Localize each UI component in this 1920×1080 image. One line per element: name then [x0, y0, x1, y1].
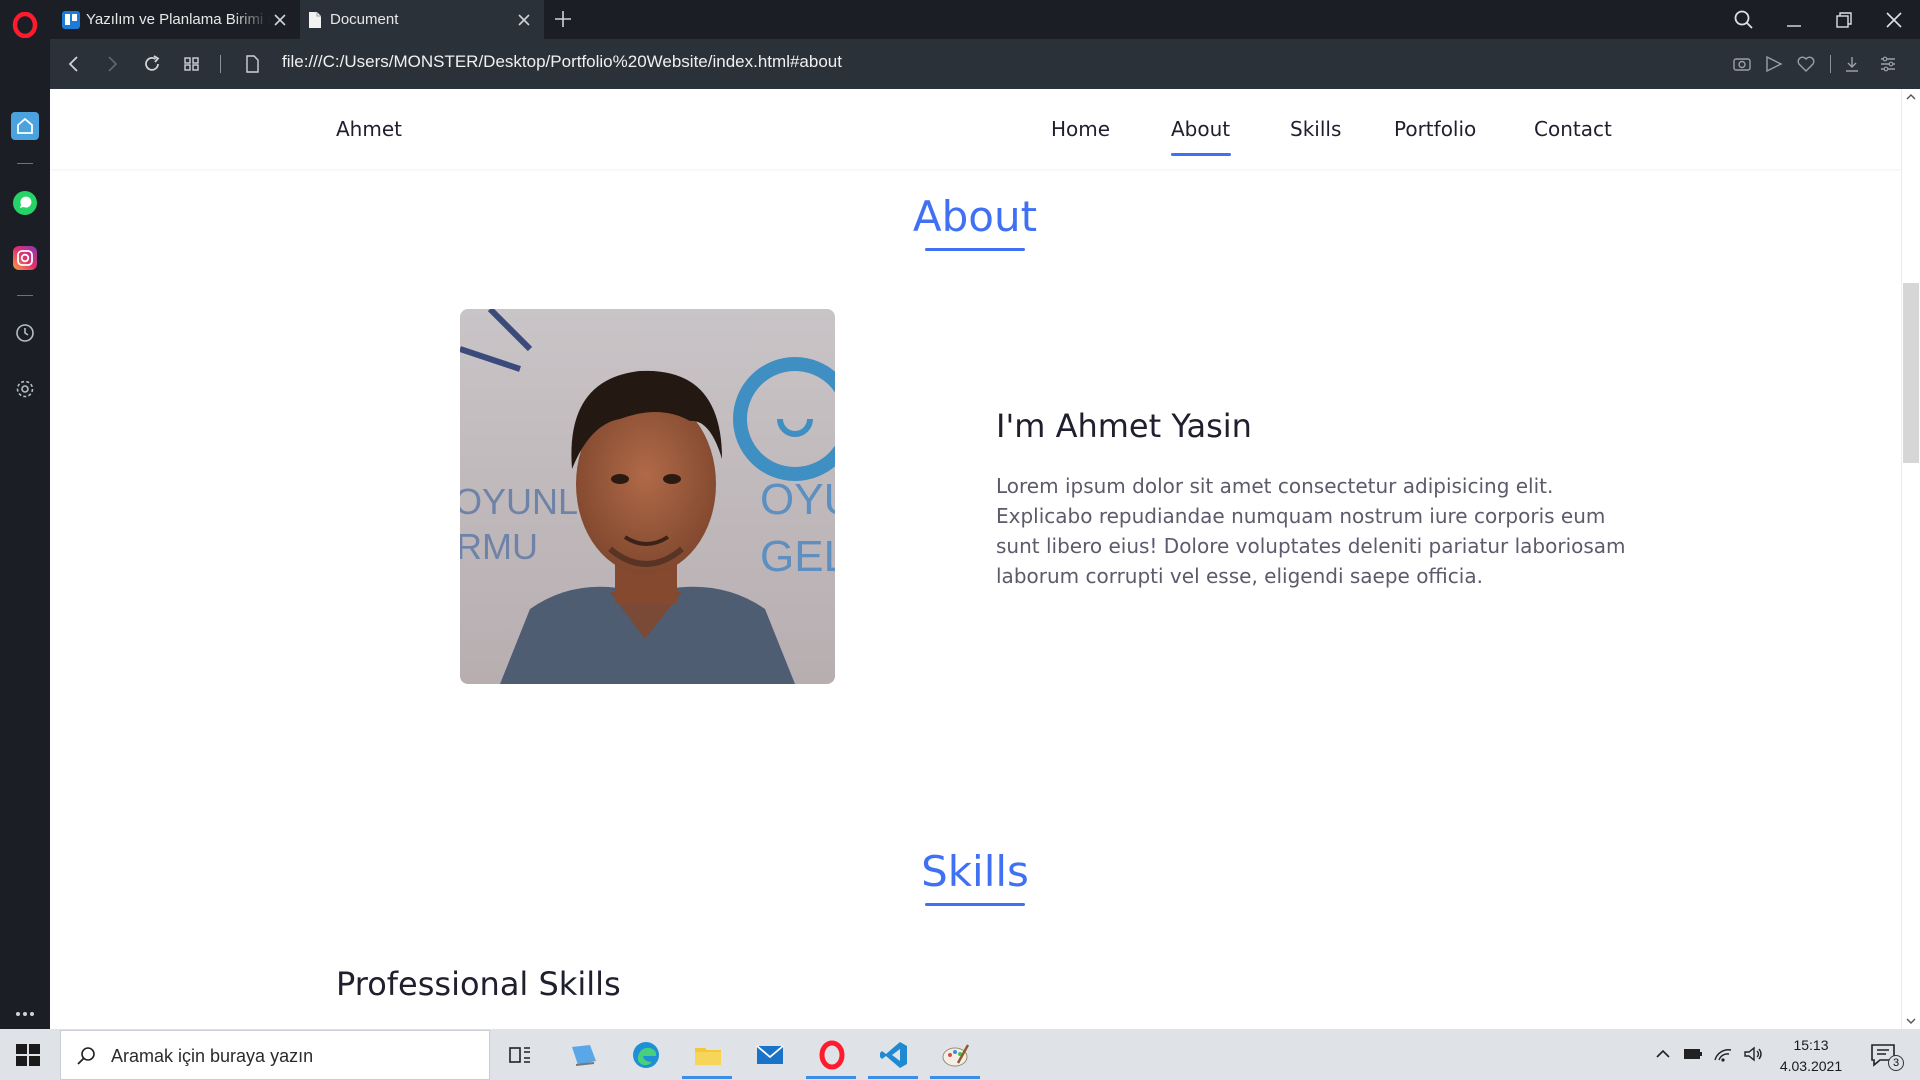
separator: [1830, 55, 1831, 73]
scroll-down-arrow-icon[interactable]: [1903, 1014, 1919, 1028]
page-scrollbar[interactable]: [1901, 89, 1920, 1029]
running-indicator: [682, 1076, 732, 1079]
nav-link-contact[interactable]: Contact: [1534, 117, 1612, 141]
close-tab-icon[interactable]: [514, 10, 534, 30]
nav-link-about[interactable]: About: [1171, 117, 1230, 141]
nav-link-portfolio[interactable]: Portfolio: [1394, 117, 1476, 141]
mail-icon[interactable]: [754, 1039, 786, 1071]
this-pc-icon[interactable]: [568, 1039, 600, 1071]
clock-date: 4.03.2021: [1779, 1058, 1843, 1074]
about-name-heading: I'm Ahmet Yasin: [996, 407, 1252, 445]
file-icon: [246, 55, 259, 73]
sidebar-divider: [17, 163, 33, 164]
windows-taskbar: Aramak için buraya yazın 15:13 4.03.2021…: [0, 1029, 1920, 1080]
skills-title-underline: [925, 903, 1025, 906]
search-placeholder: Aramak için buraya yazın: [111, 1046, 314, 1066]
taskbar-clock[interactable]: 15:13 4.03.2021: [1778, 1035, 1844, 1077]
running-indicator: [930, 1076, 980, 1079]
instagram-icon[interactable]: [11, 244, 39, 272]
paint-icon[interactable]: [940, 1039, 972, 1071]
task-view-icon[interactable]: [504, 1039, 536, 1071]
browser-titlebar: Yazılım ve Planlama Birimi ( Document: [0, 0, 1920, 39]
more-options-icon[interactable]: [11, 1000, 39, 1028]
battery-icon[interactable]: [1682, 1043, 1704, 1065]
opera-logo-icon[interactable]: [12, 12, 38, 38]
active-nav-indicator: [1171, 153, 1231, 156]
wifi-icon[interactable]: [1712, 1043, 1734, 1065]
document-icon: [309, 11, 321, 28]
tab-trello[interactable]: Yazılım ve Planlama Birimi (: [56, 0, 300, 39]
whatsapp-icon[interactable]: [11, 189, 39, 217]
minimize-icon[interactable]: [1780, 6, 1808, 34]
opera-taskbar-icon[interactable]: [816, 1039, 848, 1071]
nav-link-home[interactable]: Home: [1051, 117, 1110, 141]
web-page: Ahmet Home About Skills Portfolio Contac…: [50, 89, 1901, 1029]
tab-label: Yazılım ve Planlama Birimi (: [86, 11, 270, 28]
search-tabs-icon[interactable]: [1730, 6, 1758, 34]
site-brand[interactable]: Ahmet: [336, 117, 402, 141]
photo-bg-text-right: OYUN: [760, 475, 835, 524]
windows-start-icon[interactable]: [14, 1041, 42, 1069]
download-icon[interactable]: [1840, 52, 1864, 76]
scroll-up-arrow-icon[interactable]: [1903, 90, 1919, 104]
nav-link-skills[interactable]: Skills: [1290, 117, 1341, 141]
tab-grid-icon[interactable]: [180, 52, 204, 76]
edge-icon[interactable]: [630, 1039, 662, 1071]
vscode-icon[interactable]: [878, 1039, 910, 1071]
close-tab-icon[interactable]: [270, 10, 290, 30]
site-navbar: Ahmet Home About Skills Portfolio Contac…: [50, 89, 1901, 169]
running-indicator: [806, 1076, 856, 1079]
photo-bg-text-left: OYUNL: [460, 481, 578, 522]
forward-icon[interactable]: [100, 52, 124, 76]
tab-label: Document: [330, 11, 399, 28]
about-title-underline: [925, 248, 1025, 251]
heart-icon[interactable]: [1794, 52, 1818, 76]
sidebar-divider: [17, 295, 33, 296]
trello-icon: [62, 10, 80, 29]
new-tab-icon[interactable]: [552, 8, 574, 30]
back-icon[interactable]: [62, 52, 86, 76]
camera-icon[interactable]: [1730, 52, 1754, 76]
restore-icon[interactable]: [1830, 6, 1858, 34]
photo-bg-text-right-2: GELEC: [760, 532, 835, 581]
tab-document[interactable]: Document: [300, 0, 544, 39]
address-bar: file:///C:/Users/MONSTER/Desktop/Portfol…: [50, 39, 1920, 89]
skills-section-title: Skills: [921, 847, 1029, 896]
separator: [220, 55, 221, 73]
about-description: Lorem ipsum dolor sit amet consectetur a…: [996, 474, 1626, 588]
running-indicator: [868, 1076, 918, 1079]
about-section-title: About: [912, 192, 1038, 241]
notification-count-badge: 3: [1888, 1055, 1904, 1071]
url-field[interactable]: file:///C:/Users/MONSTER/Desktop/Portfol…: [282, 52, 842, 72]
volume-icon[interactable]: [1742, 1043, 1764, 1065]
search-icon: [77, 1047, 95, 1065]
send-icon[interactable]: [1762, 52, 1786, 76]
show-hidden-icons-chevron-icon[interactable]: [1652, 1043, 1674, 1065]
file-explorer-icon[interactable]: [692, 1039, 724, 1071]
history-icon[interactable]: [11, 319, 39, 347]
scrollbar-thumb[interactable]: [1903, 283, 1919, 463]
reload-icon[interactable]: [140, 52, 164, 76]
profile-photo: OYUNL RMU OYUN GELEC: [460, 309, 835, 684]
close-window-icon[interactable]: [1880, 6, 1908, 34]
photo-bg-text-left-2: RMU: [460, 526, 538, 567]
professional-skills-heading: Professional Skills: [336, 965, 621, 1003]
browser-sidebar: [0, 39, 50, 1029]
taskbar-search-box[interactable]: Aramak için buraya yazın: [60, 1030, 490, 1080]
easy-setup-icon[interactable]: [1876, 52, 1900, 76]
speed-dial-icon[interactable]: [11, 112, 39, 140]
settings-gear-icon[interactable]: [11, 375, 39, 403]
clock-time: 15:13: [1793, 1037, 1829, 1053]
